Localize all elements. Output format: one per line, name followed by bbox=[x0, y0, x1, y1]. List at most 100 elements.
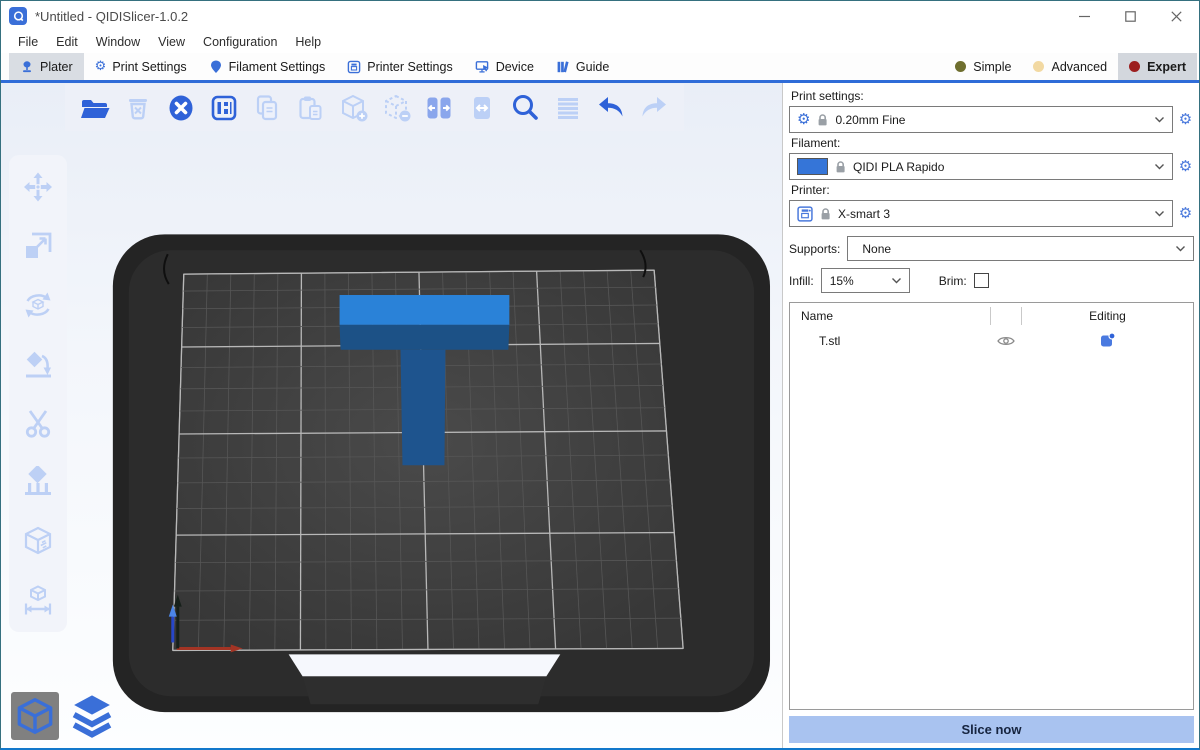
tab-guide[interactable]: Guide bbox=[545, 53, 620, 80]
filament-label: Filament: bbox=[791, 136, 1194, 150]
tab-print-settings[interactable]: ⚙ Print Settings bbox=[84, 53, 198, 80]
print-settings-combo[interactable]: ⚙ 0.20mm Fine bbox=[789, 106, 1173, 133]
guide-icon bbox=[556, 60, 570, 74]
window-title: *Untitled - QIDISlicer-1.0.2 bbox=[35, 9, 188, 24]
edit-icon bbox=[1100, 332, 1116, 348]
add-instance-button[interactable] bbox=[336, 91, 370, 125]
visibility-toggle[interactable] bbox=[991, 335, 1021, 347]
minimize-button[interactable] bbox=[1061, 1, 1107, 31]
menu-edit[interactable]: Edit bbox=[47, 35, 87, 49]
printer-gear-button[interactable]: ⚙ bbox=[1177, 206, 1194, 221]
tab-label: Guide bbox=[576, 60, 609, 74]
printer-icon bbox=[797, 206, 813, 222]
maximize-button[interactable] bbox=[1107, 1, 1153, 31]
tab-label: Plater bbox=[40, 60, 73, 74]
chevron-down-icon bbox=[1154, 210, 1165, 217]
mode-simple[interactable]: Simple bbox=[944, 53, 1022, 80]
settings-panel: Print settings: ⚙ 0.20mm Fine ⚙ Filament… bbox=[782, 83, 1199, 748]
chevron-down-icon bbox=[1154, 116, 1165, 123]
gear-icon: ⚙ bbox=[797, 112, 810, 127]
tab-label: Filament Settings bbox=[229, 60, 326, 74]
3d-viewport-canvas[interactable] bbox=[1, 83, 782, 748]
open-button[interactable] bbox=[78, 91, 112, 125]
tab-label: Print Settings bbox=[112, 60, 186, 74]
chevron-down-icon bbox=[1154, 163, 1165, 170]
mode-label: Expert bbox=[1147, 60, 1186, 74]
scale-tool[interactable] bbox=[21, 229, 55, 263]
device-icon bbox=[475, 60, 490, 74]
eye-icon bbox=[997, 335, 1015, 347]
mode-selector: Simple Advanced Expert bbox=[944, 53, 1199, 80]
supports-value: None bbox=[862, 242, 891, 256]
mode-label: Simple bbox=[973, 60, 1011, 74]
column-separator bbox=[990, 307, 991, 325]
object-list-header: Name Editing bbox=[790, 303, 1193, 328]
paste-button[interactable] bbox=[293, 91, 327, 125]
infill-value: 15% bbox=[830, 274, 854, 288]
menu-view[interactable]: View bbox=[149, 35, 194, 49]
brim-checkbox[interactable] bbox=[974, 273, 989, 288]
3d-editor-view-button[interactable] bbox=[11, 692, 59, 740]
expert-mode-dot-icon bbox=[1129, 61, 1140, 72]
gear-icon: ⚙ bbox=[95, 60, 107, 73]
move-tool[interactable] bbox=[21, 170, 55, 204]
print-settings-gear-button[interactable]: ⚙ bbox=[1177, 112, 1194, 127]
object-name: T.stl bbox=[790, 334, 990, 348]
seam-tool[interactable] bbox=[21, 524, 55, 558]
3d-viewport[interactable] bbox=[1, 83, 782, 748]
tab-device[interactable]: Device bbox=[464, 53, 545, 80]
cube-icon bbox=[15, 696, 55, 736]
name-column-header: Name bbox=[790, 309, 990, 323]
edit-object-button[interactable] bbox=[1022, 332, 1193, 351]
close-button[interactable] bbox=[1153, 1, 1199, 31]
menu-window[interactable]: Window bbox=[87, 35, 149, 49]
remove-instance-button[interactable] bbox=[379, 91, 413, 125]
arrange-button[interactable] bbox=[207, 91, 241, 125]
variable-layer-height-button[interactable] bbox=[551, 91, 585, 125]
mode-advanced[interactable]: Advanced bbox=[1022, 53, 1118, 80]
slice-now-button[interactable]: Slice now bbox=[789, 716, 1194, 743]
filament-combo[interactable]: QIDI PLA Rapido bbox=[789, 153, 1173, 180]
gizmo-toolbar bbox=[9, 155, 67, 632]
delete-button[interactable] bbox=[121, 91, 155, 125]
filament-color-swatch bbox=[797, 158, 828, 175]
tab-plater[interactable]: Plater bbox=[9, 53, 84, 80]
preview-view-button[interactable] bbox=[68, 692, 116, 740]
simple-mode-dot-icon bbox=[955, 61, 966, 72]
editing-column-header: Editing bbox=[1022, 309, 1193, 323]
split-to-parts-button[interactable] bbox=[465, 91, 499, 125]
supports-label: Supports: bbox=[789, 242, 840, 256]
menu-help[interactable]: Help bbox=[286, 35, 330, 49]
tab-label: Printer Settings bbox=[367, 60, 452, 74]
title-bar: *Untitled - QIDISlicer-1.0.2 bbox=[1, 1, 1199, 31]
mode-expert[interactable]: Expert bbox=[1118, 53, 1197, 80]
lock-icon bbox=[820, 207, 831, 220]
redo-button[interactable] bbox=[637, 91, 671, 125]
paint-supports-tool[interactable] bbox=[21, 465, 55, 499]
supports-combo[interactable]: None bbox=[847, 236, 1194, 261]
lock-icon bbox=[817, 113, 828, 126]
print-settings-value: 0.20mm Fine bbox=[835, 113, 905, 127]
lock-icon bbox=[835, 160, 846, 173]
filament-gear-button[interactable]: ⚙ bbox=[1177, 159, 1194, 174]
object-list: Name Editing T.stl bbox=[789, 302, 1194, 710]
undo-button[interactable] bbox=[594, 91, 628, 125]
measure-tool[interactable] bbox=[21, 583, 55, 617]
place-on-face-tool[interactable] bbox=[21, 347, 55, 381]
copy-button[interactable] bbox=[250, 91, 284, 125]
tab-bar: Plater ⚙ Print Settings Filament Setting… bbox=[1, 53, 1199, 83]
cut-tool[interactable] bbox=[21, 406, 55, 440]
delete-all-button[interactable] bbox=[164, 91, 198, 125]
menu-file[interactable]: File bbox=[9, 35, 47, 49]
advanced-mode-dot-icon bbox=[1033, 61, 1044, 72]
infill-combo[interactable]: 15% bbox=[821, 268, 910, 293]
printer-combo[interactable]: X-smart 3 bbox=[789, 200, 1173, 227]
search-button[interactable] bbox=[508, 91, 542, 125]
tab-printer-settings[interactable]: Printer Settings bbox=[336, 53, 463, 80]
tab-filament-settings[interactable]: Filament Settings bbox=[198, 53, 337, 80]
menu-configuration[interactable]: Configuration bbox=[194, 35, 286, 49]
printer-value: X-smart 3 bbox=[838, 207, 890, 221]
split-to-objects-button[interactable] bbox=[422, 91, 456, 125]
rotate-tool[interactable] bbox=[21, 288, 55, 322]
object-list-row[interactable]: T.stl bbox=[790, 328, 1193, 354]
